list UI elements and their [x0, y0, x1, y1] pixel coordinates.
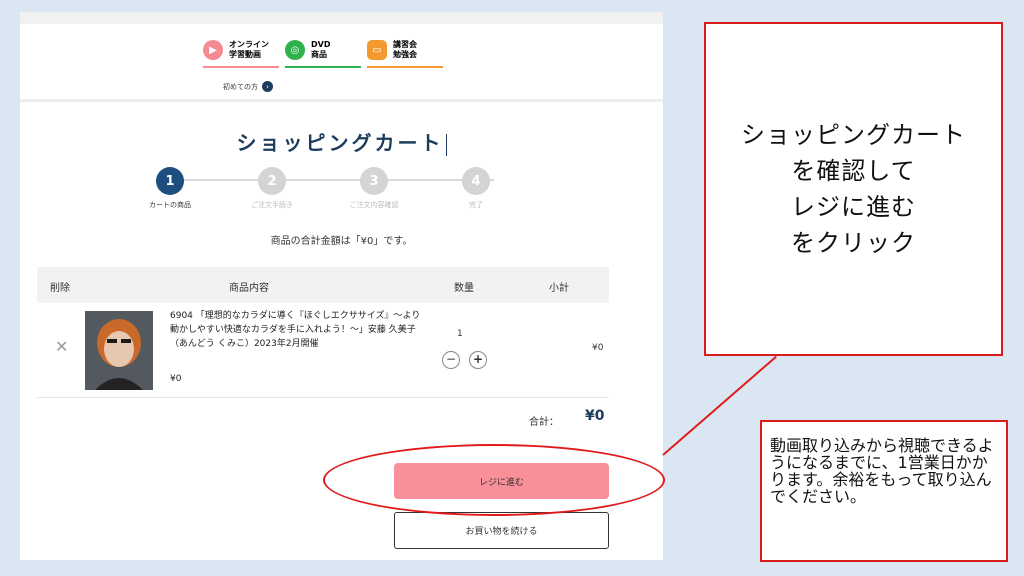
column-subtotal: 小計 — [549, 283, 569, 294]
note-callout: 動画取り込みから視聴できるようになるまでに、1営業日かかります。余裕をもって取り… — [760, 420, 1008, 562]
text-caret — [445, 133, 447, 156]
seminar-icon: ▭ — [367, 40, 387, 60]
highlight-ellipse — [323, 444, 665, 516]
quantity-value: 1 — [457, 329, 463, 339]
nav-dvd-line2: 商品 — [311, 50, 327, 59]
cart-item-row: ✕ 6904 「理想的なカラダに導く『ほぐしエクササイズ』〜より動かしやすい快適… — [37, 303, 609, 398]
column-quantity: 数量 — [454, 283, 474, 294]
product-price: ¥0 — [170, 374, 182, 384]
step-2-label: ご注文手続き — [251, 201, 293, 209]
step-2-circle: 2 — [258, 167, 286, 195]
remove-item-icon[interactable]: ✕ — [55, 337, 68, 356]
portrait-image — [85, 311, 153, 390]
step-progress-line — [184, 179, 494, 181]
cart-table-header: 削除 商品内容 数量 小計 — [37, 267, 609, 303]
top-bar — [20, 12, 663, 24]
product-description: 6904 「理想的なカラダに導く『ほぐしエクササイズ』〜より動かしやすい快適なカ… — [170, 311, 421, 349]
column-remove: 削除 — [50, 283, 70, 294]
continue-shopping-button[interactable]: お買い物を続ける — [394, 512, 609, 549]
nav-seminar-line2: 勉強会 — [393, 50, 417, 59]
instruction-callout: ショッピングカート を確認して レジに進む をクリック — [704, 22, 1003, 356]
nav-dvd-underline — [285, 66, 361, 68]
step-4-number: 4 — [471, 173, 481, 189]
nav-online-video[interactable]: ▶ オンライン 学習動画 — [203, 36, 277, 64]
first-time-link[interactable]: 初めての方 › — [223, 81, 273, 92]
chevron-right-icon: › — [262, 81, 273, 92]
note-text: 動画取り込みから視聴できるようになるまでに、1営業日かかります。余裕をもって取り… — [770, 436, 994, 506]
step-2-number: 2 — [267, 173, 277, 189]
step-1-label: カートの商品 — [149, 201, 191, 209]
instruction-line-1: ショッピングカート — [741, 121, 966, 149]
step-3-label: ご注文内容確認 — [349, 201, 399, 209]
disc-icon: ◎ — [285, 40, 305, 60]
row-subtotal: ¥0 — [592, 343, 604, 353]
step-3-number: 3 — [369, 173, 379, 189]
total-label: 合計： — [529, 417, 559, 428]
nav-seminar-line1: 講習会 — [393, 40, 417, 49]
decrease-quantity-button[interactable]: − — [442, 351, 460, 369]
step-1-circle: 1 — [156, 167, 184, 195]
nav-dvd-line1: DVD — [311, 40, 331, 49]
play-icon: ▶ — [203, 40, 223, 60]
nav-dvd[interactable]: ◎ DVD 商品 — [285, 36, 359, 64]
page-title-text: ショッピングカート — [236, 131, 444, 155]
nav-seminar-underline — [367, 66, 443, 68]
site-header: ▶ オンライン 学習動画 ◎ DVD 商品 ▭ 講習会 勉強会 初めての方 › — [20, 24, 663, 102]
instruction-line-3: レジに進む — [791, 193, 916, 221]
total-message: 商品の合計金額は「¥0」です。 — [270, 236, 413, 247]
nav-seminar[interactable]: ▭ 講習会 勉強会 — [367, 36, 441, 64]
product-thumbnail — [85, 311, 153, 390]
column-item: 商品内容 — [229, 283, 269, 294]
total-value: ¥0 — [585, 408, 605, 424]
instruction-line-2: を確認して — [791, 157, 916, 185]
step-1-number: 1 — [165, 173, 175, 189]
step-3-circle: 3 — [360, 167, 388, 195]
nav-online-video-line1: オンライン — [229, 40, 269, 49]
step-4-circle: 4 — [462, 167, 490, 195]
nav-online-video-underline — [203, 66, 279, 68]
step-4-label: 完了 — [469, 201, 483, 209]
first-time-label: 初めての方 — [223, 82, 258, 91]
page-title: ショッピングカート — [20, 127, 663, 156]
increase-quantity-button[interactable]: + — [469, 351, 487, 369]
instruction-line-4: をクリック — [791, 229, 916, 257]
nav-online-video-line2: 学習動画 — [229, 50, 261, 59]
